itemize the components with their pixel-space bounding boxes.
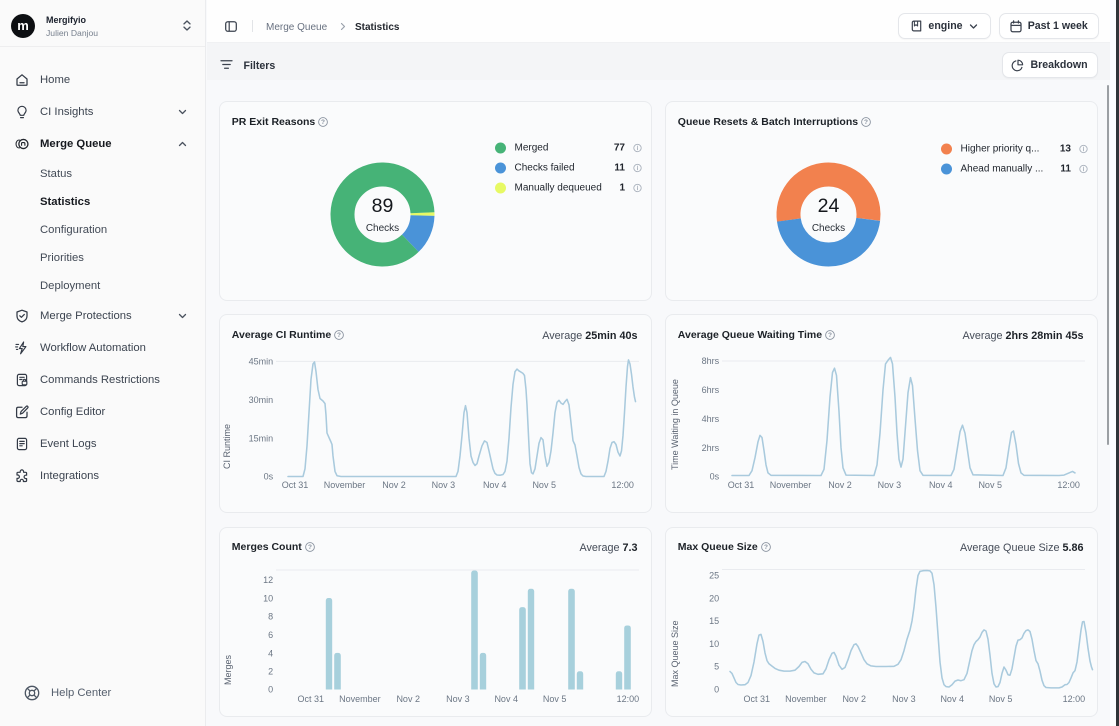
svg-text:8hrs: 8hrs [702,356,720,366]
svg-text:Nov 5: Nov 5 [532,480,556,490]
svg-text:15min: 15min [249,433,274,443]
svg-text:November: November [324,480,366,490]
svg-text:10: 10 [709,638,719,648]
svg-text:Nov 5: Nov 5 [989,694,1013,704]
svg-text:November: November [339,694,381,704]
svg-text:5: 5 [714,661,719,671]
svg-text:25: 25 [709,570,719,580]
svg-text:Nov 5: Nov 5 [978,480,1002,490]
svg-text:12:00: 12:00 [617,694,640,704]
svg-text:Nov 4: Nov 4 [483,480,507,490]
svg-text:30min: 30min [249,395,274,405]
svg-text:2: 2 [268,666,273,676]
svg-text:Nov 2: Nov 2 [842,694,866,704]
svg-text:Oct 31: Oct 31 [297,694,324,704]
svg-text:Nov 3: Nov 3 [892,694,916,704]
svg-text:November: November [785,694,827,704]
svg-text:4hrs: 4hrs [702,414,720,424]
svg-text:Nov 3: Nov 3 [446,694,470,704]
svg-text:45min: 45min [249,357,274,367]
svg-text:12:00: 12:00 [1057,480,1080,490]
svg-text:Oct 31: Oct 31 [728,480,755,490]
svg-text:0: 0 [714,684,719,694]
svg-text:12: 12 [263,575,273,585]
svg-text:0s: 0s [710,472,720,482]
svg-text:8: 8 [268,611,273,621]
svg-text:2hrs: 2hrs [702,443,720,453]
svg-text:Nov 2: Nov 2 [828,480,852,490]
svg-text:Nov 3: Nov 3 [878,480,902,490]
svg-text:12:00: 12:00 [1063,694,1086,704]
svg-text:20: 20 [709,593,719,603]
svg-text:6: 6 [268,630,273,640]
svg-text:Nov 2: Nov 2 [396,694,420,704]
svg-text:4: 4 [268,648,273,658]
svg-text:6hrs: 6hrs [702,385,720,395]
svg-text:Nov 4: Nov 4 [929,480,953,490]
svg-text:Nov 3: Nov 3 [432,480,456,490]
svg-text:Nov 2: Nov 2 [382,480,406,490]
svg-text:November: November [770,480,812,490]
svg-text:Oct 31: Oct 31 [743,694,770,704]
svg-text:0s: 0s [264,472,274,482]
svg-text:15: 15 [709,616,719,626]
svg-text:12:00: 12:00 [611,480,634,490]
svg-text:Oct 31: Oct 31 [282,480,309,490]
svg-text:Nov 4: Nov 4 [940,694,964,704]
svg-text:0: 0 [268,684,273,694]
svg-text:10: 10 [263,593,273,603]
svg-text:Nov 5: Nov 5 [543,694,567,704]
svg-text:Nov 4: Nov 4 [494,694,518,704]
